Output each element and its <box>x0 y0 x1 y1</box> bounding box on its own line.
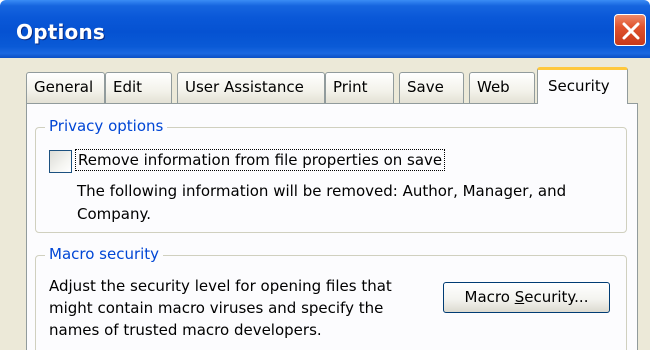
macro-security-button-mnemonic: S <box>514 288 525 306</box>
tab-security[interactable]: Security <box>537 67 628 104</box>
tab-label: Print <box>333 78 368 96</box>
close-button[interactable] <box>614 14 646 46</box>
tab-label: Save <box>407 78 444 96</box>
privacy-info-line-1: The following information will be remove… <box>77 182 567 200</box>
tab-label: Web <box>477 78 510 96</box>
title-bar[interactable]: Options <box>0 0 650 58</box>
window-title: Options <box>16 20 106 44</box>
tab-label: User Assistance <box>185 78 304 96</box>
tab-print[interactable]: Print <box>325 72 394 103</box>
tab-label: Edit <box>113 78 143 96</box>
macro-desc-line-3: names of trusted macro developers. <box>49 321 322 339</box>
tab-edit[interactable]: Edit <box>105 72 172 103</box>
macro-desc-line-1: Adjust the security level for opening fi… <box>49 277 392 295</box>
macro-security-button-prefix: Macro <box>464 288 515 306</box>
macro-security-button[interactable]: Macro Security... <box>443 282 610 313</box>
tab-label: General <box>34 78 94 96</box>
tab-user-assistance[interactable]: User Assistance <box>177 72 325 103</box>
macro-security-title: Macro security <box>45 245 164 263</box>
tab-web[interactable]: Web <box>469 72 535 103</box>
remove-info-checkbox-label[interactable]: Remove information from file properties … <box>74 149 446 171</box>
macro-security-button-suffix: ecurity... <box>524 288 589 306</box>
options-dialog: Options General Edit User Assistance Pri… <box>0 0 650 350</box>
remove-info-checkbox[interactable] <box>49 150 72 173</box>
macro-desc-line-2: might contain macro viruses and specify … <box>49 299 384 317</box>
tab-save[interactable]: Save <box>399 72 464 103</box>
tab-label: Security <box>548 77 610 95</box>
privacy-info-line-2: Company. <box>77 205 151 223</box>
tab-general[interactable]: General <box>26 72 105 103</box>
privacy-options-title: Privacy options <box>45 117 168 135</box>
